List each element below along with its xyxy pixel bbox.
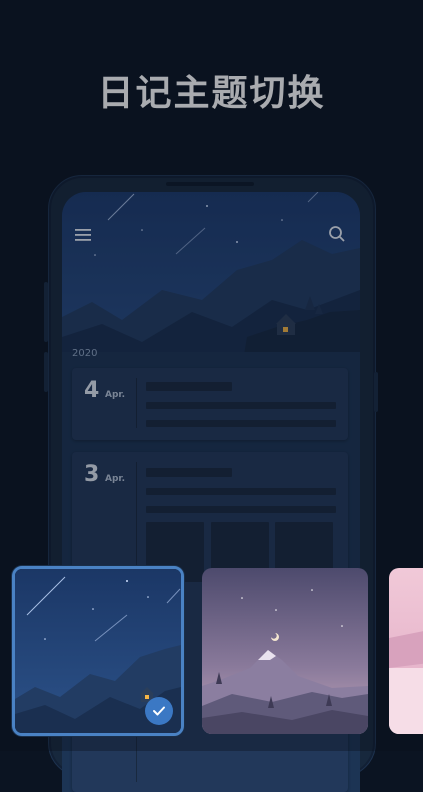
night-mountain-illustration xyxy=(62,192,360,367)
phone-side-button xyxy=(44,282,48,342)
dusk-mountain-theme[interactable] xyxy=(202,568,368,734)
entry-month: Apr. xyxy=(105,474,125,484)
phone-side-button xyxy=(44,352,48,392)
year-label: 2020 xyxy=(72,348,98,359)
menu-icon[interactable] xyxy=(70,222,96,248)
search-icon[interactable] xyxy=(324,221,350,247)
entry-day: 3 xyxy=(84,462,100,487)
pink-lake-theme[interactable] xyxy=(389,568,423,734)
entry-text-placeholder xyxy=(146,420,336,427)
headline: 日记主题切换 xyxy=(97,73,326,114)
entry-divider xyxy=(136,378,137,428)
entry-title-placeholder xyxy=(146,468,232,477)
entry-text-placeholder xyxy=(146,488,336,495)
entry-text-placeholder xyxy=(146,402,336,409)
night-sky-theme[interactable] xyxy=(12,566,184,736)
diary-entry-card[interactable]: 4 Apr. xyxy=(72,368,348,440)
pink-lake-thumbnail-image xyxy=(389,568,423,734)
entry-text-placeholder xyxy=(146,506,336,513)
entry-month: Apr. xyxy=(105,390,125,400)
phone-power-button xyxy=(374,372,378,412)
phone-speaker xyxy=(166,182,254,186)
selected-check-icon xyxy=(145,697,173,725)
entry-day: 4 xyxy=(84,378,100,403)
entry-title-placeholder xyxy=(146,382,232,391)
dusk-mountain-thumbnail-image xyxy=(202,568,368,734)
